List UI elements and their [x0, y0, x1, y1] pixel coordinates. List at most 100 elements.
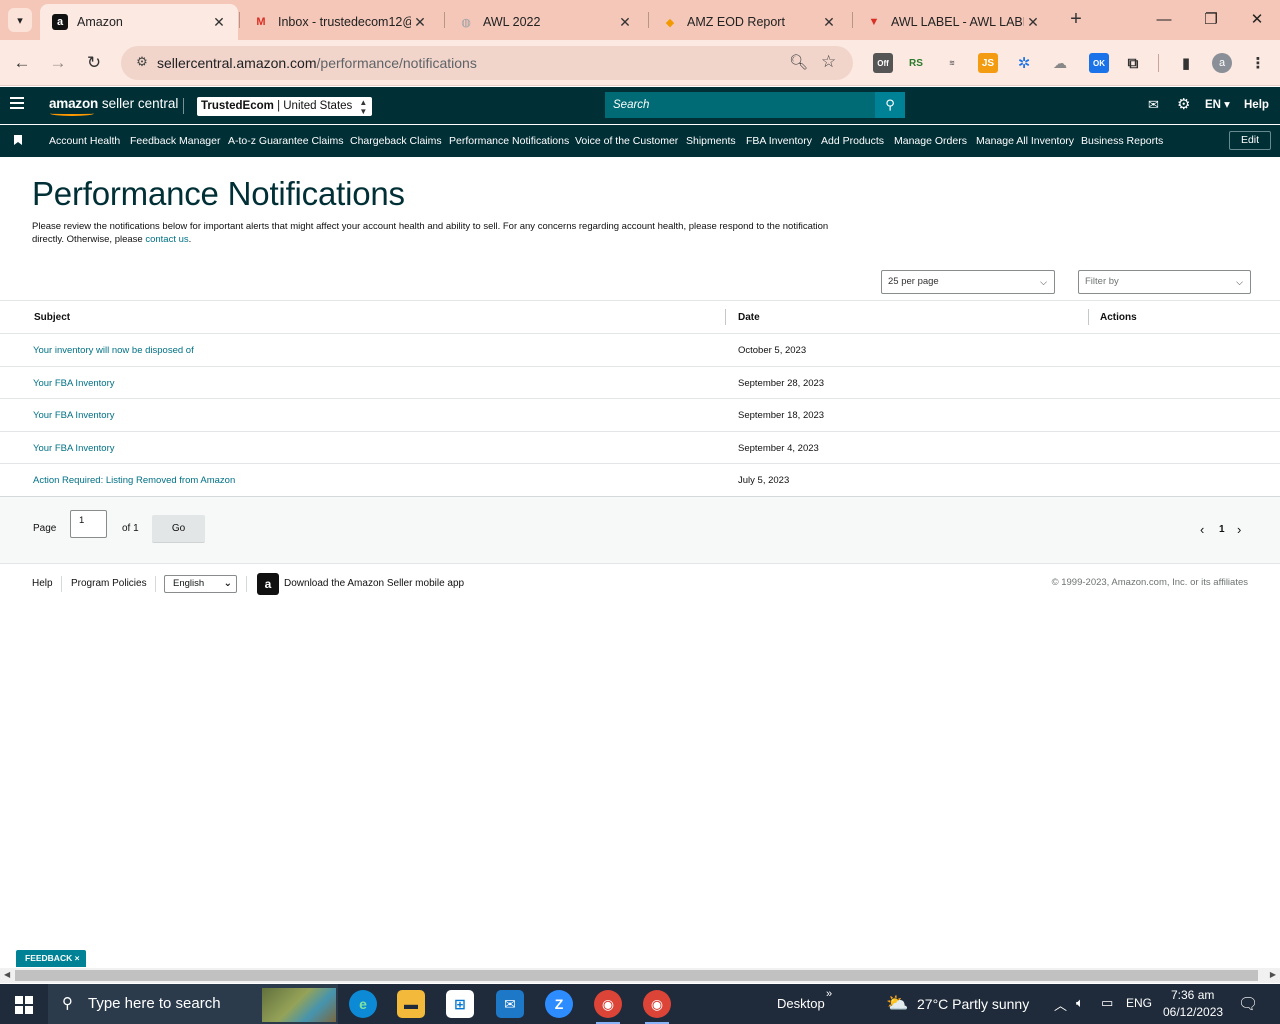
scroll-left-icon[interactable]: ◀	[4, 970, 10, 979]
contact-us-link[interactable]: contact us	[145, 234, 188, 245]
weather-text[interactable]: 27°C Partly sunny	[917, 996, 1029, 1012]
download-app-link[interactable]: Download the Amazon Seller mobile app	[284, 578, 464, 589]
search-icon[interactable]: ⚲	[875, 92, 905, 118]
browser-tab[interactable]: M Inbox - trustedecom12@ ✕	[241, 4, 439, 40]
account-switcher[interactable]: TrustedEcom | United States ▲ ▼	[197, 97, 373, 116]
search-highlight-image[interactable]	[262, 988, 336, 1022]
tab-search-icon[interactable]: ▾	[8, 8, 32, 32]
close-tab-icon[interactable]: ✕	[1024, 14, 1042, 31]
address-bar[interactable]: ⚙ sellercentral.amazon.com/performance/n…	[121, 46, 853, 80]
nav-item-chargeback-claims[interactable]: Chargeback Claims	[350, 135, 442, 147]
extension-logo-icon[interactable]: ≋	[942, 53, 962, 73]
minimize-icon[interactable]: —	[1141, 6, 1187, 34]
hamburger-menu-icon[interactable]	[10, 97, 24, 113]
help-link[interactable]: Help	[1244, 97, 1269, 113]
site-info-icon[interactable]: ⚙	[133, 54, 151, 72]
edit-nav-button[interactable]: Edit	[1229, 131, 1271, 150]
language-selector[interactable]: EN ▾	[1205, 97, 1230, 113]
close-tab-icon[interactable]: ✕	[820, 14, 838, 31]
nav-item-performance-notifications[interactable]: Performance Notifications	[449, 135, 569, 147]
extension-cloud-icon[interactable]: ☁	[1050, 53, 1070, 73]
extension-off-icon[interactable]: Off	[873, 53, 893, 73]
mail-icon[interactable]: ✉	[1148, 96, 1159, 114]
profile-avatar[interactable]: a	[1212, 53, 1232, 73]
extension-gear-icon[interactable]: ✲	[1014, 53, 1034, 73]
scroll-right-icon[interactable]: ▶	[1270, 970, 1276, 979]
browser-menu-icon[interactable]: ⋮	[1248, 53, 1268, 73]
nav-item-account-health[interactable]: Account Health	[49, 135, 120, 147]
mail-app-icon[interactable]: ✉	[496, 990, 524, 1018]
bookmark-star-icon[interactable]: ☆	[821, 52, 836, 72]
notification-subject-link[interactable]: Your FBA Inventory	[33, 410, 115, 421]
next-page-icon[interactable]: ›	[1237, 522, 1241, 537]
clock-time[interactable]: 7:36 am	[1171, 988, 1214, 1002]
extension-js-icon[interactable]: JS	[978, 53, 998, 73]
footer-language-select[interactable]: English ⌄	[164, 575, 237, 593]
page-number-input[interactable]: 1	[70, 510, 107, 538]
bookmark-icon[interactable]	[14, 135, 22, 145]
back-icon[interactable]: ←	[10, 51, 34, 75]
browser-tab[interactable]: ▼ AWL LABEL - AWL LABEL ✕	[854, 4, 1052, 40]
nav-item-business-reports[interactable]: Business Reports	[1081, 135, 1163, 147]
close-tab-icon[interactable]: ✕	[210, 14, 228, 31]
toolbar-expand-icon[interactable]: »	[826, 988, 832, 1000]
notification-subject-link[interactable]: Your FBA Inventory	[33, 443, 115, 454]
notifications-icon[interactable]: 🗨︎	[1238, 994, 1258, 1014]
edge-icon[interactable]: e	[349, 990, 377, 1018]
browser-tab[interactable]: ◆ AMZ EOD Report ✕	[650, 4, 848, 40]
side-panel-icon[interactable]: ▮	[1176, 53, 1196, 73]
browser-tab[interactable]: ◍ AWL 2022 ✕	[446, 4, 644, 40]
forward-icon[interactable]: →	[46, 51, 70, 75]
clock-date[interactable]: 06/12/2023	[1163, 1005, 1223, 1019]
desktop-toolbar[interactable]: Desktop	[777, 996, 825, 1011]
scrollbar-thumb[interactable]	[15, 970, 1258, 981]
close-tab-icon[interactable]: ✕	[411, 14, 429, 31]
input-language[interactable]: ENG	[1126, 996, 1152, 1010]
program-policies-link[interactable]: Program Policies	[71, 578, 147, 589]
previous-page-icon[interactable]: ‹	[1200, 522, 1204, 537]
chrome-profile-icon[interactable]: ◉	[643, 990, 671, 1024]
close-window-icon[interactable]: ✕	[1234, 6, 1280, 34]
nav-item-fba-inventory[interactable]: FBA Inventory	[746, 135, 812, 147]
close-tab-icon[interactable]: ✕	[616, 14, 634, 31]
seller-app-icon[interactable]: a	[257, 573, 279, 595]
reload-icon[interactable]: ↻	[82, 51, 106, 75]
restore-icon[interactable]: ❐	[1188, 6, 1234, 34]
nav-item-voice-of-the-customer[interactable]: Voice of the Customer	[575, 135, 678, 147]
notification-subject-link[interactable]: Your inventory will now be disposed of	[33, 345, 194, 356]
seller-search-input[interactable]: Search	[605, 92, 875, 118]
nav-item-a-to-z-guarantee-claims[interactable]: A-to-z Guarantee Claims	[228, 135, 344, 147]
extension-rs-icon[interactable]: RS	[906, 53, 926, 73]
settings-gear-icon[interactable]: ⚙	[1177, 96, 1190, 114]
filter-select[interactable]: Filter by ⌵	[1078, 270, 1251, 294]
horizontal-scrollbar[interactable]: ◀ ▶	[0, 968, 1280, 983]
browser-tab[interactable]: a Amazon ✕	[40, 4, 238, 40]
go-button[interactable]: Go	[152, 515, 205, 543]
per-page-select[interactable]: 25 per page ⌵	[881, 270, 1055, 294]
nav-item-manage-all-inventory[interactable]: Manage All Inventory	[976, 135, 1074, 147]
seller-central-logo[interactable]: amazon seller central	[49, 96, 178, 116]
store-icon[interactable]: ⊞	[446, 990, 474, 1018]
chrome-icon[interactable]: ◉	[594, 990, 622, 1024]
network-icon[interactable]: ▭	[1101, 995, 1113, 1011]
footer-help-link[interactable]: Help	[32, 578, 53, 589]
nav-item-manage-orders[interactable]: Manage Orders	[894, 135, 967, 147]
column-date[interactable]: Date	[738, 312, 760, 323]
nav-item-add-products[interactable]: Add Products	[821, 135, 884, 147]
extensions-puzzle-icon[interactable]: ⧉	[1123, 53, 1143, 73]
current-page-number[interactable]: 1	[1219, 524, 1225, 535]
windows-start-icon[interactable]	[15, 996, 33, 1014]
notification-subject-link[interactable]: Action Required: Listing Removed from Am…	[33, 475, 235, 486]
zoom-app-icon[interactable]: Z	[545, 990, 573, 1018]
new-tab-icon[interactable]: +	[1064, 8, 1088, 32]
tray-chevron-icon[interactable]: ︿	[1054, 995, 1067, 1014]
nav-item-shipments[interactable]: Shipments	[686, 135, 736, 147]
nav-item-feedback-manager[interactable]: Feedback Manager	[130, 135, 220, 147]
notification-subject-link[interactable]: Your FBA Inventory	[33, 378, 115, 389]
volume-icon[interactable]: 🔈︎	[1076, 995, 1084, 1011]
zoom-icon[interactable]: 🔍︎	[789, 53, 808, 71]
extension-ok-icon[interactable]: OK	[1089, 53, 1109, 73]
file-explorer-icon[interactable]: ▬	[397, 990, 425, 1018]
column-subject[interactable]: Subject	[34, 312, 70, 323]
feedback-button[interactable]: FEEDBACK ×	[16, 950, 86, 967]
